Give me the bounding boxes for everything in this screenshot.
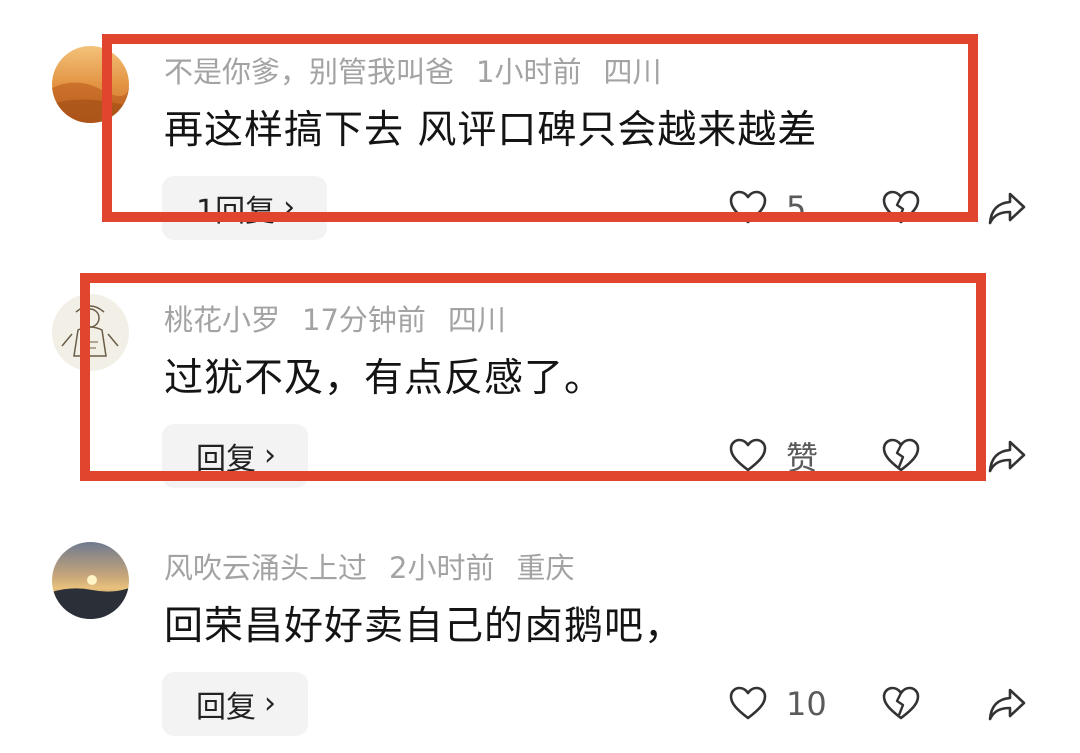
- location: 重庆: [516, 551, 575, 585]
- timestamp: 2小时前: [389, 551, 495, 585]
- like-count: 10: [786, 685, 827, 723]
- reply-button[interactable]: 回复 ›: [162, 672, 308, 736]
- avatar[interactable]: [52, 542, 129, 619]
- highlight-box: [80, 273, 986, 481]
- comment-item: 风吹云涌头上过 2小时前 重庆 回荣昌好好卖自己的卤鹅吧， 回复 › 10: [0, 496, 1080, 744]
- like-button[interactable]: 10: [728, 676, 827, 732]
- reply-label: 回复: [196, 690, 256, 725]
- heart-icon: [729, 686, 767, 720]
- share-arrow-icon[interactable]: [986, 684, 1028, 724]
- comment-text: 回荣昌好好卖自己的卤鹅吧，: [164, 604, 685, 649]
- chevron-right-icon: ›: [264, 686, 276, 721]
- broken-heart-icon[interactable]: [881, 684, 921, 724]
- avatar-sunset-image: [52, 542, 129, 619]
- username[interactable]: 风吹云涌头上过: [164, 551, 367, 585]
- highlight-box: [102, 34, 978, 222]
- comment-meta: 风吹云涌头上过 2小时前 重庆: [164, 548, 596, 588]
- share-arrow-icon[interactable]: [986, 436, 1028, 476]
- share-arrow-icon[interactable]: [986, 188, 1028, 228]
